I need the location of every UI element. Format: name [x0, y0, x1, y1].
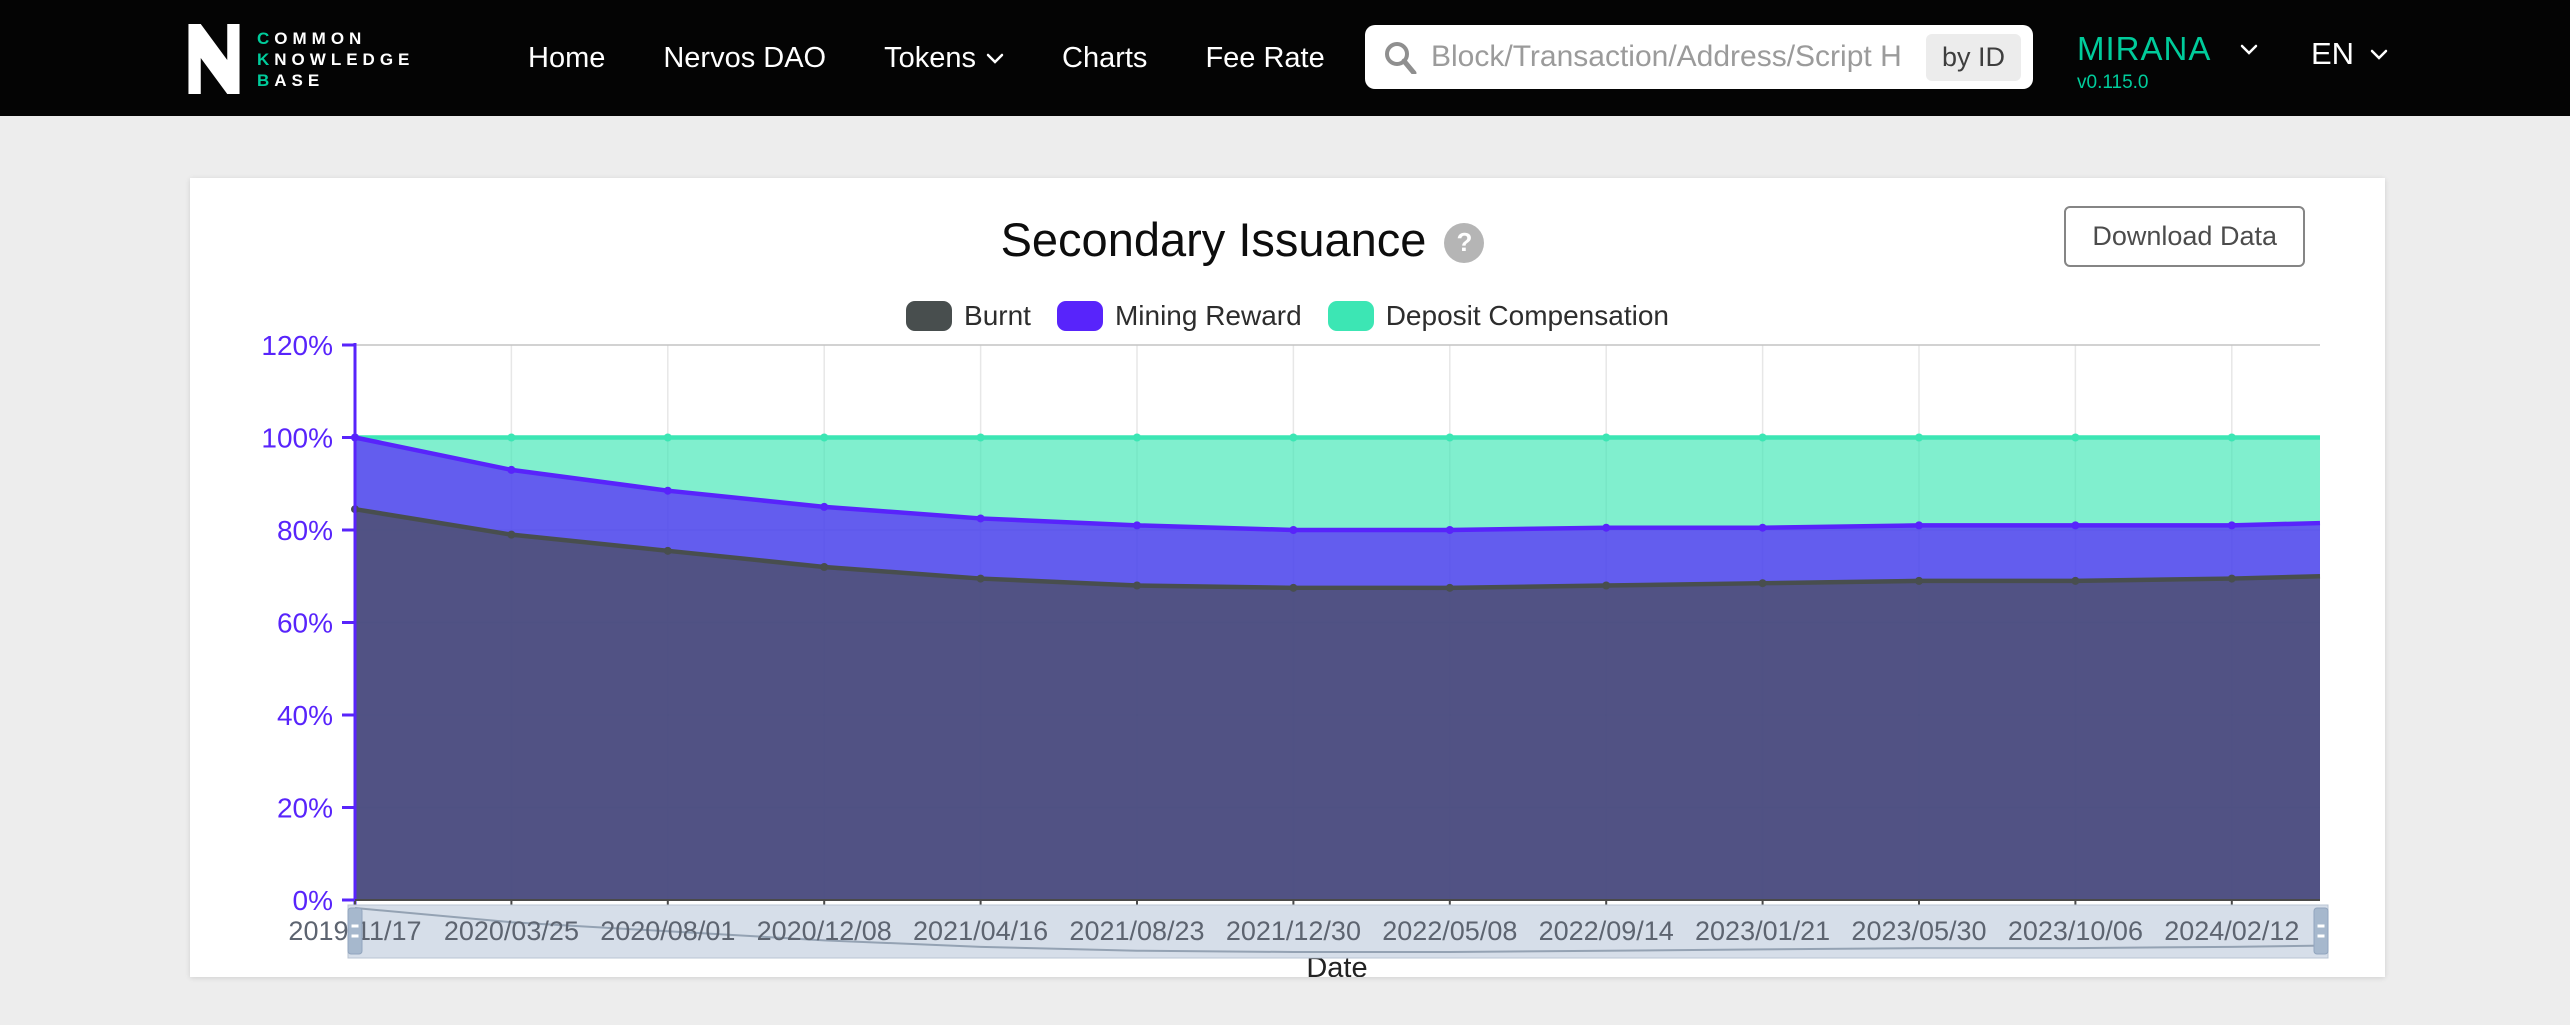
legend-item-mining-reward[interactable]: Mining Reward — [1057, 300, 1302, 332]
download-data-button[interactable]: Download Data — [2064, 206, 2305, 267]
legend-item-deposit-compensation[interactable]: Deposit Compensation — [1328, 300, 1669, 332]
nav-item-fee-rate[interactable]: Fee Rate — [1205, 42, 1324, 75]
nav-item-tokens[interactable]: Tokens — [884, 42, 1004, 75]
nav-item-home[interactable]: Home — [528, 42, 605, 75]
main-nav: Home Nervos DAO Tokens Charts Fee Rate — [528, 0, 1325, 116]
chevron-down-icon — [2370, 49, 2388, 60]
language-label: EN — [2311, 36, 2354, 72]
search-bar: by ID — [1365, 25, 2033, 89]
chart-legend: Burnt Mining Reward Deposit Compensation — [190, 300, 2385, 332]
x-axis-name: Date — [1237, 952, 1437, 977]
nav-item-nervos-dao[interactable]: Nervos DAO — [663, 42, 826, 75]
header: COMMON KNOWLEDGE BASE Home Nervos DAO Tokens… — [0, 0, 2570, 116]
page-title: Secondary Issuance — [1001, 212, 1427, 267]
ckb-logo[interactable]: COMMON KNOWLEDGE BASE — [185, 24, 414, 94]
search-by-id-button[interactable]: by ID — [1926, 34, 2021, 81]
logo-line: KNOWLEDGE — [257, 50, 414, 69]
legend-swatch — [906, 301, 952, 331]
network-version: v0.115.0 — [2077, 72, 2211, 94]
logo-wordmark: COMMON KNOWLEDGE BASE — [257, 29, 414, 90]
search-icon — [1383, 40, 1417, 74]
legend-item-burnt[interactable]: Burnt — [906, 300, 1031, 332]
legend-swatch — [1057, 301, 1103, 331]
network-selector[interactable]: MIRANA v0.115.0 — [2077, 30, 2211, 94]
nav-item-charts[interactable]: Charts — [1062, 42, 1147, 75]
search-input[interactable] — [1431, 40, 1926, 74]
logo-line: COMMON — [257, 29, 414, 48]
chart-card: Secondary Issuance ? Download Data Burnt… — [190, 178, 2385, 977]
chevron-down-icon — [2240, 44, 2258, 55]
chevron-down-icon — [986, 53, 1004, 64]
network-name: MIRANA — [2077, 30, 2211, 68]
legend-swatch — [1328, 301, 1374, 331]
language-selector[interactable]: EN — [2311, 36, 2388, 72]
help-icon[interactable]: ? — [1444, 223, 1484, 263]
legend-label: Mining Reward — [1115, 300, 1302, 332]
legend-label: Deposit Compensation — [1386, 300, 1669, 332]
nervos-n-icon — [185, 24, 243, 94]
logo-line: BASE — [257, 71, 414, 90]
legend-label: Burnt — [964, 300, 1031, 332]
